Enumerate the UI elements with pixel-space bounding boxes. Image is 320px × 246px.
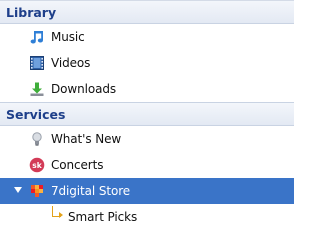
- services-item-label: Concerts: [51, 158, 104, 172]
- film-strip-icon: [28, 54, 46, 72]
- library-item-label: Downloads: [51, 82, 117, 96]
- services-item-label: 7digital Store: [51, 184, 131, 198]
- library-item-videos[interactable]: Videos: [0, 50, 294, 76]
- library-item-downloads[interactable]: Downloads: [0, 76, 294, 102]
- svg-text:sk: sk: [32, 161, 42, 170]
- library-item-music[interactable]: Music: [0, 24, 294, 50]
- services-item-label: Smart Picks: [68, 210, 138, 224]
- songkick-sk-icon: sk: [28, 156, 46, 174]
- library-item-label: Music: [51, 30, 85, 44]
- 7digital-store-icon: [28, 182, 46, 200]
- download-arrow-icon: [28, 80, 46, 98]
- lightbulb-icon: [28, 130, 46, 148]
- branch-arrowhead-icon: [59, 212, 63, 218]
- library-section-header[interactable]: Library: [0, 0, 294, 24]
- services-list: What's New sk Concerts 7digital Store Sm…: [0, 126, 294, 230]
- services-subitem-smart-picks[interactable]: Smart Picks: [0, 204, 294, 230]
- library-item-label: Videos: [51, 56, 91, 70]
- services-item-7digital-store[interactable]: 7digital Store: [0, 178, 294, 204]
- music-note-icon: [28, 28, 46, 46]
- services-section-header[interactable]: Services: [0, 102, 294, 126]
- library-list: Music Videos Downloads: [0, 24, 294, 102]
- expand-triangle-icon[interactable]: [14, 187, 22, 193]
- services-item-label: What's New: [51, 132, 122, 146]
- services-item-whats-new[interactable]: What's New: [0, 126, 294, 152]
- services-item-concerts[interactable]: sk Concerts: [0, 152, 294, 178]
- navigation-pane: Library Music Videos Downloads Services …: [0, 0, 294, 246]
